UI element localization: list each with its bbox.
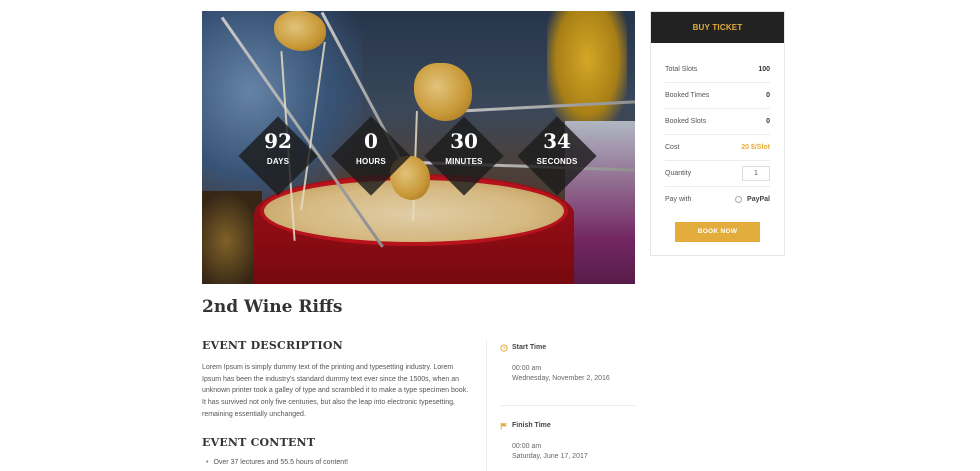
pay-with-row: Pay with PayPal [665, 196, 770, 203]
finish-time-label: Finish Time [512, 422, 551, 429]
content-heading: EVENT CONTENT [202, 436, 316, 449]
booked-slots-row: Booked Slots 0 [665, 109, 770, 135]
event-hero-image: 92 DAYS 0 HOURS 30 MINUTES 34 SECONDS [202, 11, 635, 284]
cost-row: Cost 20 $/Slot [665, 135, 770, 161]
countdown-days: 92 DAYS [235, 113, 321, 199]
finish-time-block: Finish Time 00:00 am Saturday, June 17, … [500, 422, 635, 460]
paypal-radio[interactable] [735, 196, 742, 203]
start-time-label: Start Time [512, 344, 547, 351]
paypal-option-label[interactable]: PayPal [747, 196, 770, 203]
content-list-item: Over 37 lectures and 55.5 hours of conte… [206, 459, 348, 466]
column-divider [486, 340, 487, 471]
start-time-block: Start Time 00:00 am Wednesday, November … [500, 344, 635, 382]
flag-icon [500, 422, 507, 430]
countdown-seconds: 34 SECONDS [514, 113, 600, 199]
event-title: 2nd Wine Riffs [202, 297, 343, 317]
countdown-timer: 92 DAYS 0 HOURS 30 MINUTES 34 SECONDS [202, 113, 635, 199]
booked-times-row: Booked Times 0 [665, 83, 770, 109]
book-now-button[interactable]: BOOK NOW [675, 222, 760, 242]
quantity-input[interactable]: 1 [742, 166, 770, 181]
description-heading: EVENT DESCRIPTION [202, 339, 343, 352]
schedule-divider [500, 405, 635, 406]
clock-icon [500, 344, 508, 352]
finish-time-value: 00:00 am [512, 443, 542, 450]
total-slots-row: Total Slots 100 [665, 57, 770, 83]
buy-ticket-widget: BUY TICKET Total Slots 100 Booked Times … [650, 11, 785, 256]
countdown-minutes: 30 MINUTES [421, 113, 507, 199]
finish-date-value: Saturday, June 17, 2017 [512, 453, 588, 460]
quantity-row: Quantity 1 [665, 161, 770, 187]
event-description: Lorem Ipsum is simply dummy text of the … [202, 364, 469, 418]
countdown-hours: 0 HOURS [328, 113, 414, 199]
widget-title: BUY TICKET [651, 12, 784, 43]
start-date-value: Wednesday, November 2, 2016 [512, 375, 610, 382]
start-time-value: 00:00 am [512, 365, 542, 372]
